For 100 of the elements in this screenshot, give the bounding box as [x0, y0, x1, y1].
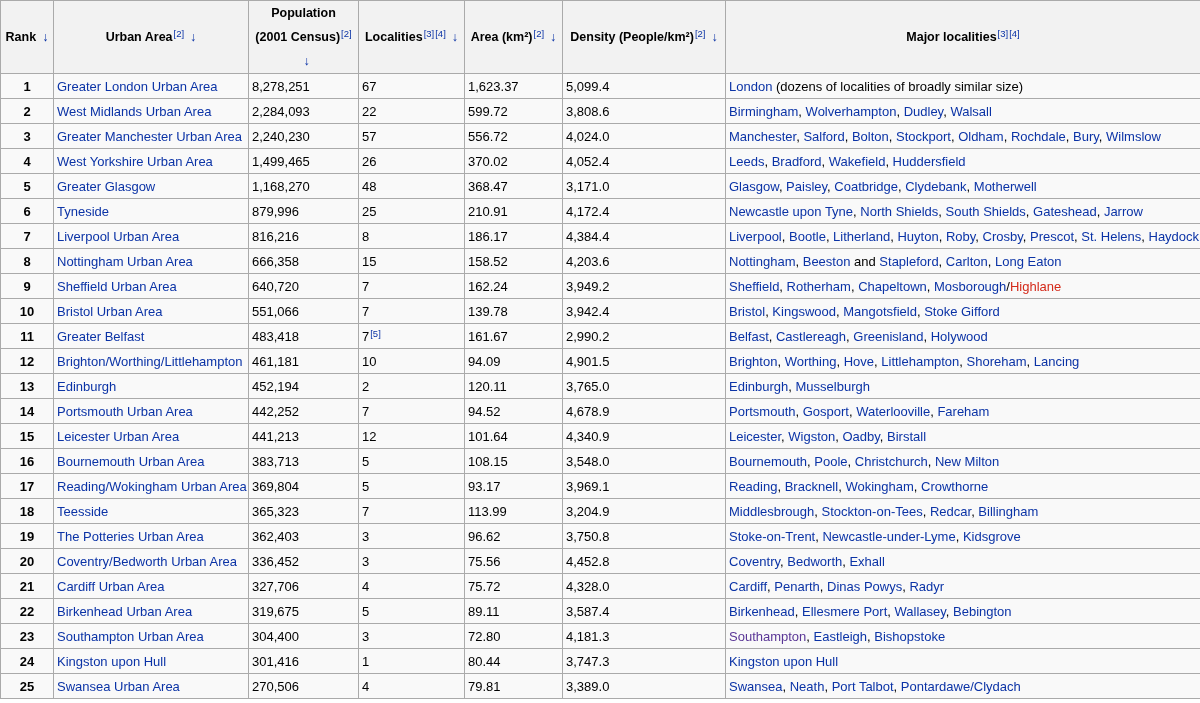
sort-arrow-icon[interactable]: ↓ — [711, 30, 718, 44]
locality-link[interactable]: London — [729, 78, 773, 94]
locality-link[interactable]: Penarth — [774, 578, 820, 594]
locality-link[interactable]: Bury — [1073, 128, 1099, 144]
locality-link[interactable]: Holywood — [930, 328, 988, 344]
urban-area-link[interactable]: Bournemouth Urban Area — [57, 453, 205, 469]
locality-link[interactable]: Cardiff — [729, 578, 768, 594]
locality-link[interactable]: Haydock — [1148, 228, 1200, 244]
locality-link[interactable]: Liverpool — [729, 228, 782, 244]
locality-link[interactable]: Rotherham — [786, 278, 851, 294]
locality-link[interactable]: Pontardawe/Clydach — [900, 678, 1021, 694]
sort-arrow-icon[interactable]: ↓ — [451, 30, 458, 44]
locality-link[interactable]: Jarrow — [1103, 203, 1143, 219]
locality-link[interactable]: Gosport — [802, 403, 849, 419]
locality-link[interactable]: Birkenhead — [729, 603, 795, 619]
sort-arrow-icon[interactable]: ↓ — [42, 30, 49, 44]
reference-link[interactable]: [2] — [341, 28, 352, 39]
urban-area-link[interactable]: Bristol Urban Area — [57, 303, 163, 319]
reference-link[interactable]: [3] — [997, 28, 1009, 39]
urban-area-link[interactable]: Teesside — [57, 503, 109, 519]
locality-link[interactable]: Huddersfield — [892, 153, 966, 169]
urban-area-link[interactable]: Reading/Wokingham Urban Area — [57, 478, 247, 494]
reference-link[interactable]: [2] — [533, 28, 545, 39]
reference-link[interactable]: [3] — [423, 28, 435, 39]
urban-area-link[interactable]: Nottingham Urban Area — [57, 253, 193, 269]
locality-link[interactable]: Bradford — [771, 153, 822, 169]
locality-link[interactable]: Mosborough — [934, 278, 1007, 294]
locality-link[interactable]: Oadby — [842, 428, 880, 444]
sort-arrow-icon[interactable]: ↓ — [550, 30, 557, 44]
locality-link[interactable]: Manchester — [729, 128, 797, 144]
locality-link[interactable]: Kingston upon Hull — [729, 653, 839, 669]
locality-link[interactable]: Exhall — [849, 553, 885, 569]
locality-link[interactable]: Highlane — [1009, 278, 1062, 294]
locality-link[interactable]: Crosby — [982, 228, 1023, 244]
locality-link[interactable]: Carlton — [945, 253, 988, 269]
urban-area-link[interactable]: Kingston upon Hull — [57, 653, 167, 669]
urban-area-link[interactable]: Greater London Urban Area — [57, 78, 218, 94]
locality-link[interactable]: South Shields — [945, 203, 1026, 219]
locality-link[interactable]: Redcar — [929, 503, 972, 519]
locality-link[interactable]: Crowthorne — [921, 478, 989, 494]
locality-link[interactable]: Newcastle upon Tyne — [729, 203, 854, 219]
urban-area-link[interactable]: Leicester Urban Area — [57, 428, 180, 444]
locality-link[interactable]: Leicester — [729, 428, 782, 444]
urban-area-link[interactable]: Edinburgh — [57, 378, 117, 394]
urban-area-link[interactable]: Birkenhead Urban Area — [57, 603, 193, 619]
reference-link[interactable]: [5] — [370, 327, 381, 339]
urban-area-link[interactable]: Southampton Urban Area — [57, 628, 204, 644]
locality-link[interactable]: Walsall — [950, 103, 992, 119]
reference-link[interactable]: [4] — [435, 28, 446, 39]
locality-link[interactable]: Bournemouth — [729, 453, 808, 469]
urban-area-link[interactable]: The Potteries Urban Area — [57, 528, 204, 544]
locality-link[interactable]: Motherwell — [973, 178, 1037, 194]
locality-link[interactable]: Birstall — [887, 428, 927, 444]
locality-link[interactable]: Wilmslow — [1106, 128, 1161, 144]
locality-link[interactable]: Long Eaton — [995, 253, 1062, 269]
locality-link[interactable]: Oldham — [958, 128, 1004, 144]
sort-arrow-icon[interactable]: ↓ — [303, 54, 310, 68]
locality-link[interactable]: Mangotsfield — [843, 303, 917, 319]
urban-area-link[interactable]: Greater Belfast — [57, 328, 145, 344]
urban-area-link[interactable]: Portsmouth Urban Area — [57, 403, 193, 419]
locality-link[interactable]: Shoreham — [966, 353, 1027, 369]
locality-link[interactable]: Stoke Gifford — [924, 303, 1000, 319]
urban-area-link[interactable]: Greater Glasgow — [57, 178, 156, 194]
locality-link[interactable]: Port Talbot — [831, 678, 894, 694]
locality-link[interactable]: Billingham — [978, 503, 1039, 519]
urban-area-link[interactable]: Tyneside — [57, 203, 110, 219]
locality-link[interactable]: Coatbridge — [834, 178, 898, 194]
locality-link[interactable]: Christchurch — [854, 453, 928, 469]
locality-link[interactable]: Bebington — [953, 603, 1012, 619]
urban-area-link[interactable]: West Midlands Urban Area — [57, 103, 212, 119]
locality-link[interactable]: Castlereagh — [776, 328, 847, 344]
locality-link[interactable]: Poole — [814, 453, 848, 469]
urban-area-link[interactable]: Swansea Urban Area — [57, 678, 180, 694]
locality-link[interactable]: Bootle — [789, 228, 826, 244]
locality-link[interactable]: Bolton — [851, 128, 889, 144]
urban-area-link[interactable]: West Yorkshire Urban Area — [57, 153, 213, 169]
locality-link[interactable]: Belfast — [729, 328, 769, 344]
locality-link[interactable]: Gateshead — [1033, 203, 1097, 219]
urban-area-link[interactable]: Liverpool Urban Area — [57, 228, 180, 244]
locality-link[interactable]: Beeston — [802, 253, 851, 269]
locality-link[interactable]: Musselburgh — [795, 378, 870, 394]
locality-link[interactable]: Wallasey — [894, 603, 946, 619]
locality-link[interactable]: Eastleigh — [813, 628, 868, 644]
urban-area-link[interactable]: Coventry/Bedworth Urban Area — [57, 553, 237, 569]
locality-link[interactable]: Bishopstoke — [874, 628, 946, 644]
reference-link[interactable]: [4] — [1009, 28, 1020, 39]
locality-link[interactable]: Lancing — [1033, 353, 1080, 369]
locality-link[interactable]: New Milton — [935, 453, 1000, 469]
urban-area-link[interactable]: Cardiff Urban Area — [57, 578, 165, 594]
urban-area-link[interactable]: Brighton/Worthing/Littlehampton — [57, 353, 243, 369]
locality-link[interactable]: Chapeltown — [858, 278, 927, 294]
locality-link[interactable]: Hove — [843, 353, 875, 369]
locality-link[interactable]: Radyr — [909, 578, 945, 594]
reference-link[interactable]: [2] — [694, 28, 706, 39]
locality-link[interactable]: Fareham — [937, 403, 990, 419]
locality-link[interactable]: Stapleford — [879, 253, 939, 269]
locality-link[interactable]: Stockton-on-Tees — [821, 503, 923, 519]
locality-link[interactable]: Glasgow — [729, 178, 779, 194]
urban-area-link[interactable]: Sheffield Urban Area — [57, 278, 177, 294]
locality-link[interactable]: Huyton — [897, 228, 939, 244]
